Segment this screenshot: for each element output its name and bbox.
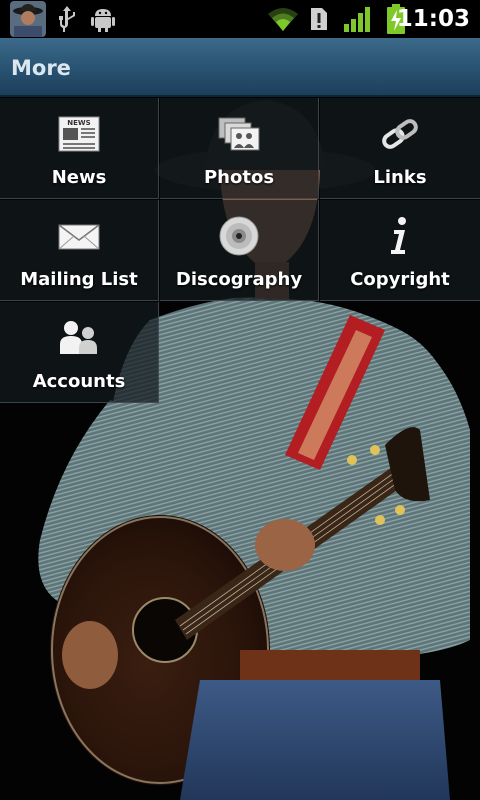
wifi-icon xyxy=(268,8,298,31)
menu-item-photos[interactable]: Photos xyxy=(160,98,319,199)
menu-item-label: Accounts xyxy=(32,371,126,392)
chain-link-icon xyxy=(382,119,418,149)
info-icon xyxy=(391,217,406,254)
menu-item-label: News xyxy=(51,167,107,188)
menu-item-label: Copyright xyxy=(350,269,450,290)
usb-icon xyxy=(59,6,75,32)
menu-item-news[interactable]: NEWS News xyxy=(0,98,159,199)
screen: 11:03 More NEWS News Photos Links Mailin… xyxy=(0,0,480,800)
title-bar: More xyxy=(0,38,480,97)
menu-item-mailing-list[interactable]: Mailing List xyxy=(0,200,159,301)
menu-item-discography[interactable]: Discography xyxy=(160,200,319,301)
menu-item-label: Photos xyxy=(203,167,275,188)
cd-disc-icon xyxy=(219,216,259,256)
svg-text:NEWS: NEWS xyxy=(67,119,90,127)
avatar-thumbnail xyxy=(10,1,46,37)
menu-item-label: Discography xyxy=(175,269,303,290)
newspaper-icon: NEWS xyxy=(58,116,100,152)
menu-item-label: Links xyxy=(373,167,427,188)
android-debug-icon xyxy=(91,9,115,32)
people-icon xyxy=(60,321,97,354)
menu-item-label: Mailing List xyxy=(20,269,138,290)
status-bar: 11:03 xyxy=(0,0,480,38)
page-title: More xyxy=(11,56,71,80)
clock: 11:03 xyxy=(396,6,470,32)
menu-item-accounts[interactable]: Accounts xyxy=(0,302,159,403)
envelope-icon xyxy=(58,224,100,250)
menu-item-copyright[interactable]: Copyright xyxy=(320,200,480,301)
menu-item-links[interactable]: Links xyxy=(320,98,480,199)
alert-icon xyxy=(311,8,327,30)
photos-icon xyxy=(218,117,260,151)
signal-icon xyxy=(344,7,370,32)
